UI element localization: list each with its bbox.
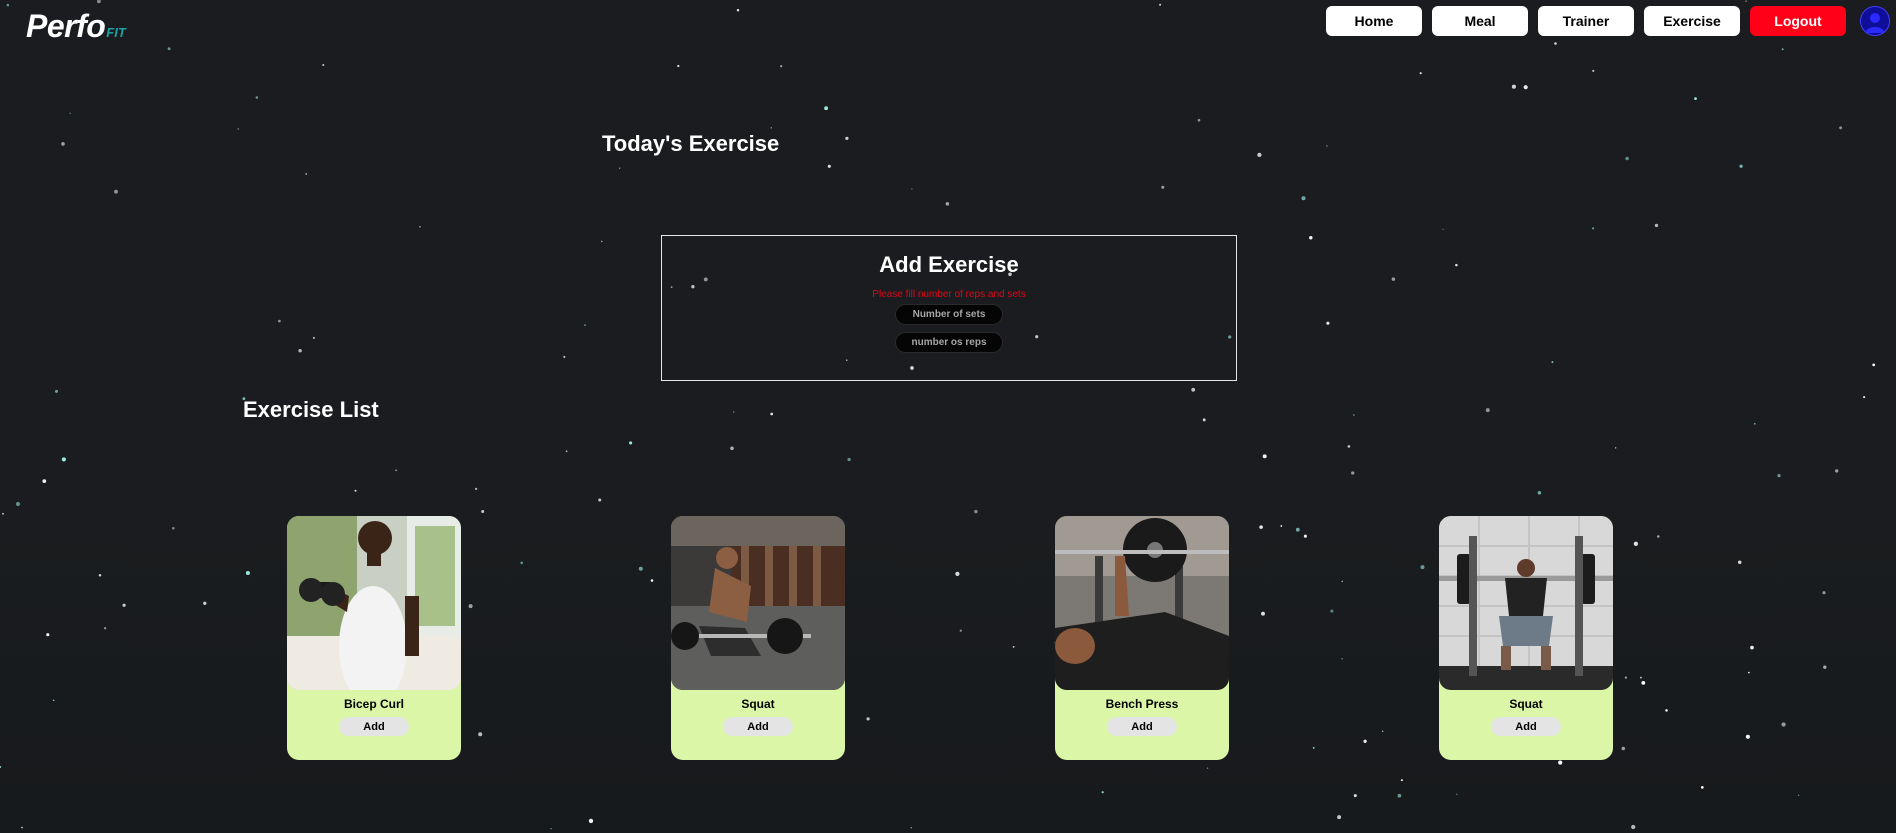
squat-photo xyxy=(671,516,845,690)
add-exercise-button[interactable]: Add xyxy=(723,717,793,736)
squat-rack-photo xyxy=(1439,516,1613,690)
bench-press-photo xyxy=(1055,516,1229,690)
exercise-card: Bicep Curl Add xyxy=(287,516,461,760)
exercise-card: Squat Add xyxy=(1439,516,1613,760)
add-exercise-button[interactable]: Add xyxy=(339,717,409,736)
add-exercise-panel: Add Exercise Please fill number of reps … xyxy=(661,235,1237,381)
add-exercise-button[interactable]: Add xyxy=(1491,717,1561,736)
logo-wordmark: Perfo xyxy=(26,8,106,44)
add-exercise-button[interactable]: Add xyxy=(1107,717,1177,736)
app-logo[interactable]: Perfo FIT xyxy=(26,8,126,45)
user-avatar-icon[interactable] xyxy=(1860,6,1890,36)
exercise-name: Squat xyxy=(1509,697,1543,711)
validation-message: Please fill number of reps and sets xyxy=(872,289,1026,300)
exercise-name: Bicep Curl xyxy=(343,697,404,711)
reps-input[interactable] xyxy=(895,332,1003,353)
logout-button[interactable]: Logout xyxy=(1750,6,1846,36)
exercise-card: Squat Add xyxy=(671,516,845,760)
exercise-name: Squat xyxy=(741,697,775,711)
sets-input[interactable] xyxy=(895,304,1003,325)
nav-meal-button[interactable]: Meal xyxy=(1432,6,1528,36)
nav-trainer-button[interactable]: Trainer xyxy=(1538,6,1634,36)
nav-home-button[interactable]: Home xyxy=(1326,6,1422,36)
bicep-curl-photo xyxy=(287,516,461,690)
nav-exercise-button[interactable]: Exercise xyxy=(1644,6,1740,36)
exercise-name: Bench Press xyxy=(1105,697,1179,711)
exercise-list-heading: Exercise List xyxy=(243,397,379,422)
todays-exercise-heading: Today's Exercise xyxy=(602,131,780,156)
top-navigation: Home Meal Trainer Exercise Logout xyxy=(1326,6,1846,36)
exercise-card: Bench Press Add xyxy=(1055,516,1229,760)
logo-suffix: FIT xyxy=(106,25,126,40)
add-exercise-title: Add Exercise xyxy=(879,252,1019,277)
